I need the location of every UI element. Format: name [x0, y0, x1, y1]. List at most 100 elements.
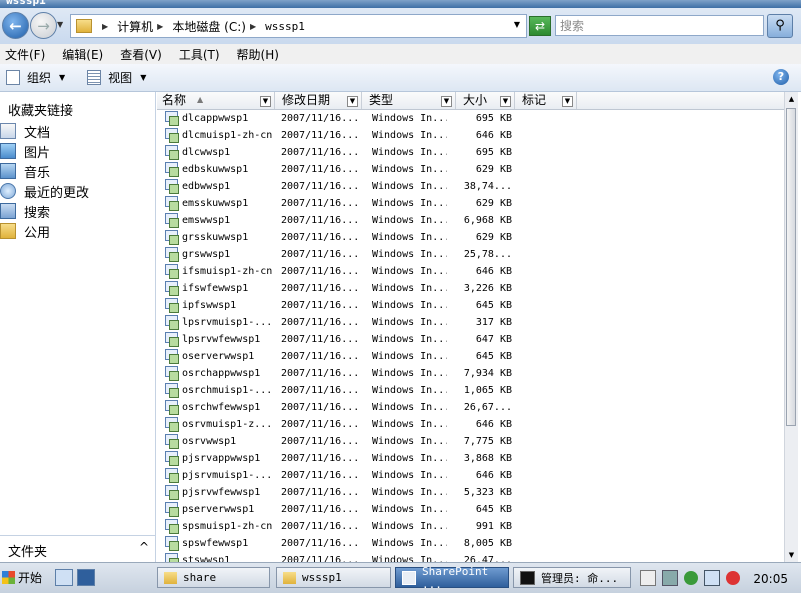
scroll-down-icon[interactable]: ▼ [785, 548, 798, 562]
file-row[interactable]: osrvmuisp1-z... 2007/11/16... Windows In..… [157, 416, 785, 433]
file-row[interactable]: osrchappwwsp1 2007/11/16... Windows In... 7… [157, 365, 785, 382]
sidebar-item-pictures[interactable]: 图片 [0, 142, 50, 161]
file-row[interactable]: ifswfewwsp1 2007/11/16... Windows In... 3,2… [157, 280, 785, 297]
file-row[interactable]: grsskuwwsp1 2007/11/16... Windows In... 629… [157, 229, 785, 246]
search-input[interactable]: 搜索 [555, 15, 764, 36]
column-header-name[interactable]: 名称 ▲ ▼ [157, 92, 275, 109]
sidebar-item-search[interactable]: 搜索 [0, 202, 50, 221]
recent-changes-icon [0, 183, 16, 199]
sidebar-item-public[interactable]: 公用 [0, 222, 50, 241]
file-row[interactable]: osrvwwsp1 2007/11/16... Windows In... 7,775… [157, 433, 785, 450]
sidebar-item-music[interactable]: 音乐 [0, 162, 51, 181]
show-desktop-icon[interactable] [77, 569, 95, 586]
server-icon[interactable] [662, 570, 678, 586]
history-dropdown-icon[interactable]: ▼ [57, 20, 63, 29]
file-row[interactable]: spswfewwsp1 2007/11/16... Windows In... 8,0… [157, 535, 785, 552]
file-row[interactable]: dlcwwsp1 2007/11/16... Windows In... 695 KB [157, 144, 785, 161]
breadcrumb-local-disk[interactable]: 本地磁盘 (C:) ▶ [172, 18, 261, 35]
taskbar-button-command-prompt[interactable]: 管理员: 命... [513, 567, 631, 588]
views-button[interactable]: 视图 ▼ [87, 69, 146, 86]
file-row[interactable]: oserverwwsp1 2007/11/16... Windows In... 64… [157, 348, 785, 365]
breadcrumb-current[interactable]: wsssp1 [265, 20, 305, 33]
title-bar[interactable]: wsssp1 [0, 0, 801, 8]
vertical-scrollbar[interactable]: ▲ ▼ [784, 92, 798, 562]
address-dropdown-icon[interactable]: ▼ [514, 20, 520, 29]
file-size: 5,323 KB [463, 487, 512, 498]
file-date: 2007/11/16... [281, 453, 360, 464]
file-name: grswwsp1 [182, 249, 231, 260]
column-filter-dropdown-icon[interactable]: ▼ [441, 96, 452, 107]
column-filter-dropdown-icon[interactable]: ▼ [562, 96, 573, 107]
scrollbar-thumb[interactable] [786, 108, 796, 426]
keyboard-icon[interactable] [640, 570, 656, 586]
file-row[interactable]: grswwsp1 2007/11/16... Windows In... 25,78.… [157, 246, 785, 263]
clock[interactable]: 20:05 [753, 572, 788, 586]
file-date: 2007/11/16... [281, 538, 360, 549]
back-button[interactable]: ← [2, 12, 29, 39]
file-row[interactable]: spsmuisp1-zh-cn 2007/11/16... Windows In..… [157, 518, 785, 535]
crumb-separator[interactable]: ▶ [98, 22, 113, 31]
chevron-right-icon[interactable]: ▶ [250, 22, 256, 31]
column-header-tags[interactable]: 标记 ▼ [517, 92, 577, 109]
file-row[interactable]: pserverwwsp1 2007/11/16... Windows In... 64… [157, 501, 785, 518]
menu-view[interactable]: 查看(V) [120, 46, 162, 63]
file-row[interactable]: emsskuwwsp1 2007/11/16... Windows In... 629… [157, 195, 785, 212]
chevron-right-icon[interactable]: ▶ [157, 22, 163, 31]
menu-file[interactable]: 文件(F) [5, 46, 45, 63]
organize-button[interactable]: 组织 ▼ [6, 69, 65, 86]
file-size: 645 KB [475, 300, 512, 311]
start-button[interactable]: 开始 [2, 567, 46, 588]
file-row[interactable]: lpsrvwfewwsp1 2007/11/16... Windows In... 6… [157, 331, 785, 348]
file-name: ipfswwsp1 [182, 300, 237, 311]
taskbar-button-sharepoint[interactable]: SharePoint ... [395, 565, 509, 591]
menu-edit[interactable]: 编辑(E) [62, 46, 103, 63]
file-row[interactable]: pjsrvwfewwsp1 2007/11/16... Windows In... 5… [157, 484, 785, 501]
column-filter-dropdown-icon[interactable]: ▼ [347, 96, 358, 107]
file-row[interactable]: dlcappwwsp1 2007/11/16... Windows In... 695… [157, 110, 785, 127]
menu-tools[interactable]: 工具(T) [179, 46, 220, 63]
forward-button[interactable]: → [30, 12, 57, 39]
file-row[interactable]: edbwwsp1 2007/11/16... Windows In... 38,74.… [157, 178, 785, 195]
volume-muted-icon[interactable] [726, 571, 740, 585]
sidebar-item-documents[interactable]: 文档 [0, 122, 50, 141]
server-manager-icon[interactable] [55, 569, 73, 586]
sidebar-item-label: 音乐 [24, 165, 51, 181]
file-row[interactable]: osrchwfewwsp1 2007/11/16... Windows In... 2… [157, 399, 785, 416]
file-type: Windows In... [372, 164, 447, 175]
sidebar-item-recent-changes[interactable]: 最近的更改 [0, 182, 89, 201]
file-row[interactable]: osrchmuisp1-... 2007/11/16... Windows In..… [157, 382, 785, 399]
file-row[interactable]: ipfswwsp1 2007/11/16... Windows In... 645 K… [157, 297, 785, 314]
column-header-type[interactable]: 类型 ▼ [364, 92, 456, 109]
file-name: osrchwfewwsp1 [182, 402, 261, 413]
column-header-size[interactable]: 大小 ▼ [458, 92, 515, 109]
installer-package-icon [165, 417, 179, 432]
security-check-icon[interactable] [684, 571, 698, 585]
scroll-up-icon[interactable]: ▲ [785, 92, 798, 106]
column-header-date[interactable]: 修改日期 ▼ [277, 92, 362, 109]
menu-help[interactable]: 帮助(H) [237, 46, 279, 63]
taskbar-button-wsssp1[interactable]: wsssp1 [276, 567, 391, 588]
file-date: 2007/11/16... [281, 317, 360, 328]
address-bar[interactable]: ▶ 计算机 ▶ 本地磁盘 (C:) ▶ wsssp1 ▼ [70, 14, 527, 38]
column-filter-dropdown-icon[interactable]: ▼ [500, 96, 511, 107]
refresh-button[interactable]: ⇄ [529, 16, 551, 36]
search-button[interactable]: ⚲ [767, 14, 793, 38]
column-filter-dropdown-icon[interactable]: ▼ [260, 96, 271, 107]
file-row[interactable]: edbskuwwsp1 2007/11/16... Windows In... 629… [157, 161, 785, 178]
file-name: osrchappwwsp1 [182, 368, 261, 379]
file-row[interactable]: stswwsp1 2007/11/16... Windows In... 26,47.… [157, 552, 785, 562]
taskbar-button-share[interactable]: share [157, 567, 270, 588]
file-row[interactable]: dlcmuisp1-zh-cn 2007/11/16... Windows In..… [157, 127, 785, 144]
file-row[interactable]: pjsrvmuisp1-... 2007/11/16... Windows In..… [157, 467, 785, 484]
file-date: 2007/11/16... [281, 130, 360, 141]
file-row[interactable]: ifsmuisp1-zh-cn 2007/11/16... Windows In..… [157, 263, 785, 280]
network-icon[interactable] [704, 570, 720, 586]
file-row[interactable]: pjsrvappwwsp1 2007/11/16... Windows In... 3… [157, 450, 785, 467]
file-type: Windows In... [372, 181, 447, 192]
folders-toggle[interactable]: 文件夹 ^ [0, 535, 155, 562]
breadcrumb-computer[interactable]: 计算机 ▶ [117, 18, 168, 35]
file-row[interactable]: lpsrvmuisp1-... 2007/11/16... Windows In..… [157, 314, 785, 331]
help-icon[interactable]: ? [773, 69, 789, 85]
file-size: 629 KB [475, 198, 512, 209]
file-row[interactable]: emswwsp1 2007/11/16... Windows In... 6,968 … [157, 212, 785, 229]
